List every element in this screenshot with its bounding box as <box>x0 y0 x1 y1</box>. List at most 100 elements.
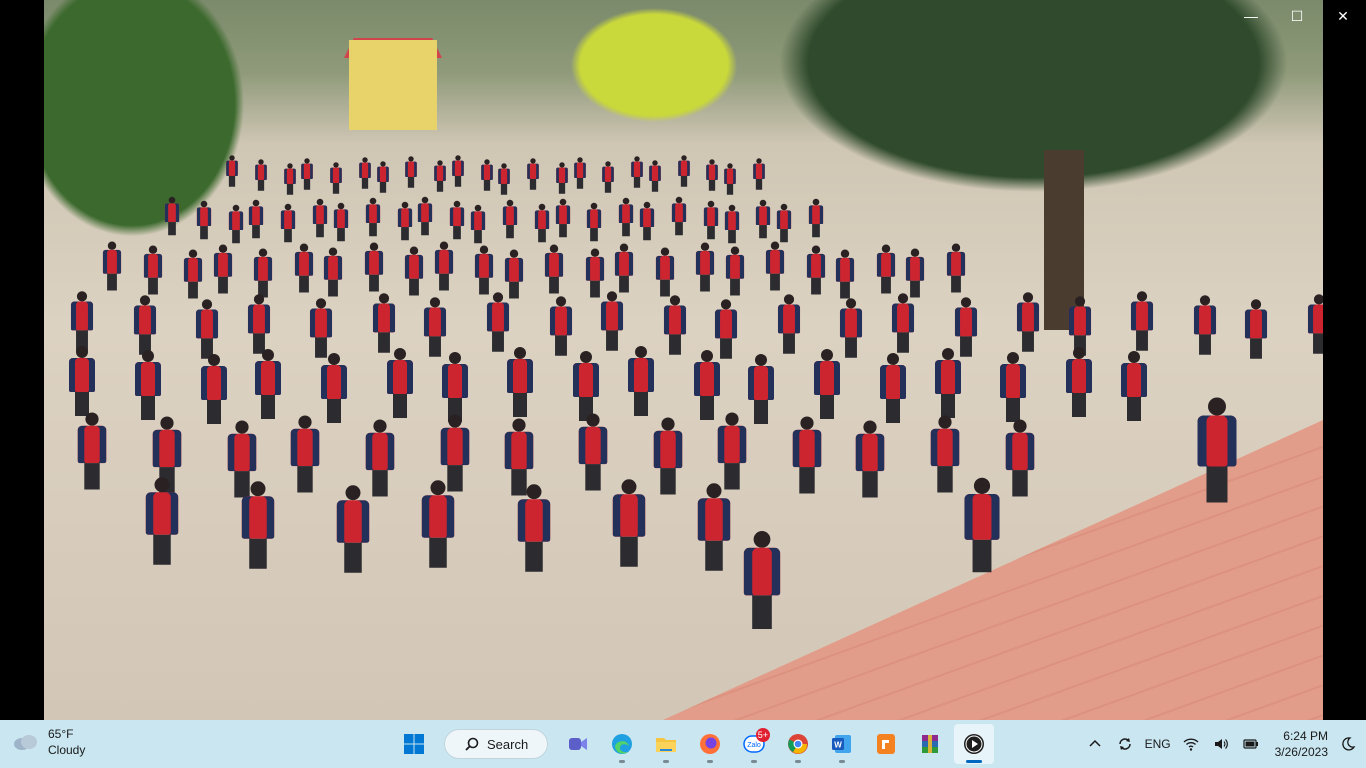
language-indicator[interactable]: ENG <box>1145 737 1171 751</box>
student-figure <box>364 242 383 292</box>
student-figure <box>321 353 348 423</box>
student-figure <box>655 247 674 297</box>
student-figure <box>964 477 1000 573</box>
play-icon <box>964 734 984 754</box>
pdf-icon <box>877 734 895 754</box>
student-figure <box>1307 294 1323 354</box>
close-button[interactable]: ✕ <box>1320 0 1366 32</box>
student-figure <box>602 161 615 193</box>
student-figure <box>226 155 238 187</box>
sync-tray-icon[interactable] <box>1115 734 1135 754</box>
student-figure <box>486 292 510 352</box>
student-figure <box>876 244 896 294</box>
student-figure <box>133 295 156 355</box>
focus-assist-button[interactable] <box>1338 734 1358 754</box>
student-figure <box>1005 419 1035 497</box>
svg-text:Zalo: Zalo <box>747 742 761 749</box>
student-figure <box>649 160 661 192</box>
student-figure <box>743 531 781 629</box>
student-figure <box>358 157 371 189</box>
running-indicator <box>619 760 625 763</box>
student-figure <box>283 163 296 195</box>
student-figure <box>653 417 683 495</box>
student-figure <box>337 485 370 573</box>
student-figure <box>145 477 179 565</box>
student-figure <box>330 162 342 194</box>
taskbar-chrome[interactable] <box>778 724 818 764</box>
word-icon: W <box>832 735 851 753</box>
video-frame[interactable] <box>44 0 1323 720</box>
student-figure <box>1197 397 1237 503</box>
student-figure <box>281 203 296 243</box>
chrome-icon <box>788 734 808 754</box>
maximize-button[interactable]: ☐ <box>1274 0 1320 32</box>
student-figure <box>527 158 539 190</box>
student-figure <box>290 415 320 493</box>
taskbar-file-explorer[interactable] <box>646 724 686 764</box>
moon-icon <box>1342 737 1356 751</box>
student-figure <box>703 200 718 240</box>
running-indicator <box>707 760 713 763</box>
student-figure <box>693 350 720 420</box>
clock-time: 6:24 PM <box>1283 729 1328 743</box>
hidden-icons-button[interactable] <box>1085 734 1105 754</box>
taskbar-meet[interactable] <box>558 724 598 764</box>
student-figure <box>365 197 380 237</box>
student-figure <box>808 198 824 238</box>
taskbar-winrar[interactable] <box>910 724 950 764</box>
battery-tray-icon[interactable] <box>1241 734 1261 754</box>
student-figure <box>69 346 95 416</box>
student-figure <box>196 200 211 240</box>
student-figure <box>421 480 455 568</box>
student-figure <box>724 163 737 195</box>
wifi-tray-icon[interactable] <box>1181 734 1201 754</box>
desktop-screen: — ☐ ✕ 65°F Cloudy Search Zalo 5+ W ENG 6… <box>0 0 1366 768</box>
student-figure <box>475 245 494 295</box>
student-figure <box>301 158 314 190</box>
student-figure <box>450 200 465 240</box>
search-box[interactable]: Search <box>444 729 548 759</box>
student-figure <box>573 351 600 421</box>
volume-tray-icon[interactable] <box>1211 734 1231 754</box>
student-figure <box>470 204 486 244</box>
search-icon <box>465 737 479 751</box>
student-figure <box>631 156 644 188</box>
student-figure <box>753 158 765 190</box>
notification-badge: 5+ <box>755 728 770 742</box>
student-figure <box>365 419 395 497</box>
student-figure <box>441 352 468 422</box>
clock[interactable]: 6:24 PM 3/26/2023 <box>1275 728 1328 760</box>
student-figure <box>627 346 654 416</box>
student-figure <box>792 416 821 494</box>
student-figure <box>639 201 655 241</box>
student-figure <box>249 199 264 239</box>
clock-date: 3/26/2023 <box>1274 745 1328 759</box>
student-figure <box>814 349 841 419</box>
taskbar-apps: Search Zalo 5+ W <box>394 724 994 764</box>
taskbar-media-player[interactable] <box>954 724 994 764</box>
student-figure <box>333 202 349 242</box>
student-figure <box>247 294 270 354</box>
taskbar-edge[interactable] <box>602 724 642 764</box>
taskbar-word[interactable]: W <box>822 724 862 764</box>
student-figure <box>70 291 94 351</box>
running-indicator <box>795 760 801 763</box>
weather-widget[interactable]: 65°F Cloudy <box>12 726 85 758</box>
taskbar-pdf[interactable] <box>866 724 906 764</box>
student-figure <box>405 246 424 296</box>
yellow-kiosk <box>349 40 437 130</box>
student-figure <box>724 204 739 244</box>
taskbar-zalo[interactable]: Zalo 5+ <box>734 724 774 764</box>
student-figure <box>312 198 328 238</box>
weather-condition: Cloudy <box>48 743 86 757</box>
start-button[interactable] <box>394 724 434 764</box>
student-figure <box>1066 347 1093 417</box>
taskbar-firefox[interactable] <box>690 724 730 764</box>
minimize-button[interactable]: — <box>1228 0 1274 32</box>
student-figure <box>613 479 646 567</box>
running-indicator <box>966 760 982 763</box>
student-figure <box>906 248 925 298</box>
student-figure <box>310 298 333 358</box>
student-figure <box>376 161 389 193</box>
student-figure <box>934 348 961 418</box>
